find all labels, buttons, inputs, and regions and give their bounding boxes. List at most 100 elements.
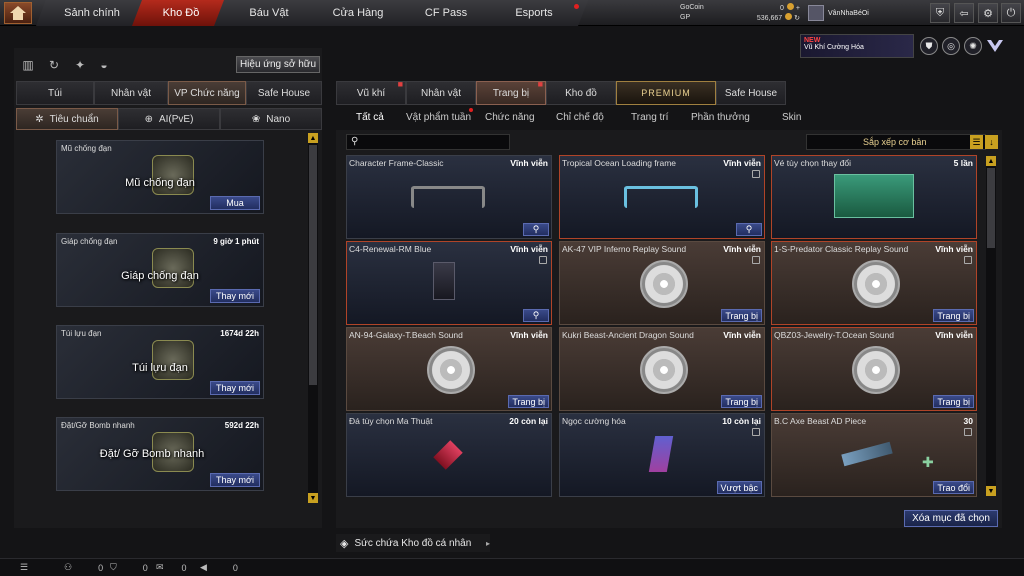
vip-icon[interactable] [986,37,1004,55]
transcend-button[interactable]: Vượt bậc [716,481,762,494]
event-icon[interactable]: ✺ [964,37,982,55]
filter-mode-only[interactable]: Chỉ chế độ [556,108,604,126]
subtab-standard[interactable]: ✲ Tiêu chuẩn [16,108,118,130]
filter-weekly-items[interactable]: Vật phẩm tuần [406,108,471,126]
tab-premium[interactable]: PREMIUM [616,81,716,105]
equip-button[interactable]: Trang bị [721,395,762,408]
inventory-item-card[interactable]: AN-94-Galaxy-T.Beach Sound Vĩnh viễn Tra… [346,327,552,411]
renew-button[interactable]: Thay mới [210,473,260,487]
magnify-icon[interactable]: ⚲ [523,309,549,322]
star-icon: ✲ [35,113,44,125]
tab-character[interactable]: Nhân vật [406,81,476,105]
chat-stat[interactable]: ✉ 0 [156,562,187,573]
shield-icon[interactable]: ⛨ [930,3,950,23]
rank-icon[interactable]: ⛊ [920,37,938,55]
item-time: 5 lần [953,158,973,168]
power-icon[interactable]: ⏻ [1001,3,1021,23]
exit-icon[interactable]: ⇦ [954,3,974,23]
equipment-slot[interactable]: Túi lựu đạn 1674d 22h Túi lựu đạn Thay m… [56,325,264,399]
lock-icon [964,256,972,264]
clan-count: 0 [142,562,148,573]
inventory-item-card[interactable]: Character Frame-Classic Vĩnh viễn ⚲ [346,155,552,239]
magnify-icon[interactable]: ⚲ [736,223,762,236]
list-view-icon[interactable]: ☰ [970,135,983,149]
scroll-thumb[interactable] [309,145,317,385]
item-name: Đặt/Gỡ Bomb nhanh [61,421,135,430]
magic-icon[interactable]: ✦ [72,57,88,73]
gift-box-icon[interactable]: ▥ [20,57,36,73]
delete-selected-button[interactable]: Xóa mục đã chọn [904,510,998,527]
gear-icon[interactable]: ⚙ [978,3,998,23]
buy-button[interactable]: Mua [210,196,260,210]
equip-button[interactable]: Trang bị [933,395,974,408]
lock-icon [964,428,972,436]
item-time: Vĩnh viễn [723,158,761,168]
tab-equipment[interactable]: Trang bị ■ [476,79,546,105]
home-button[interactable] [4,2,32,24]
friends-stat[interactable]: ⚇ 0 [64,562,103,573]
filter-rewards[interactable]: Phần thưởng [691,108,750,126]
magnify-icon[interactable]: ⚲ [523,223,549,236]
nav-tab-esports[interactable]: Esports [480,0,588,26]
sort-order-icon[interactable]: ↓ [985,135,998,149]
subtab-ai-pve[interactable]: ⊕ AI(PvE) [118,108,220,130]
item-name: Mũ chống đạn [61,144,112,153]
user-profile[interactable]: VânNhaBéOi [808,3,918,23]
inventory-item-card[interactable]: Kukri Beast-Ancient Dragon Sound Vĩnh vi… [559,327,765,411]
filter-decoration[interactable]: Trang trí [631,108,668,126]
renew-button[interactable]: Thay mới [210,381,260,395]
nav-tab-lobby[interactable]: Sảnh chính [36,0,148,26]
cycle-icon[interactable]: ↻ [46,57,62,73]
bag-icon[interactable]: ◒ [96,57,112,73]
equipment-slot[interactable]: Mũ chống đạn Mũ chống đạn Mua [56,140,264,214]
ownership-effect-button[interactable]: Hiệu ứng sở hữu [236,56,320,73]
scroll-up-icon[interactable]: ▲ [308,133,318,143]
exchange-button[interactable]: Trao đổi [933,481,974,494]
inventory-item-card[interactable]: B.C Axe Beast AD Piece 30 ✚ Trao đổi [771,413,977,497]
tab-function-items[interactable]: VP Chức năng [168,81,246,105]
tab-weapons[interactable]: Vũ khí ■ [336,79,406,105]
scroll-up-icon[interactable]: ▲ [986,156,996,166]
inventory-item-card[interactable]: Ngọc cường hóa 10 còn lại Vượt bậc [559,413,765,497]
inventory-item-card[interactable]: Tropical Ocean Loading frame Vĩnh viễn ⚲ [559,155,765,239]
equip-button[interactable]: Trang bị [933,309,974,322]
inventory-item-card[interactable]: QBZ03-Jewelry-T.Ocean Sound Vĩnh viễn Tr… [771,327,977,411]
clan-stat[interactable]: ⛉ 0 [110,562,148,573]
add-coin-icon[interactable]: + [796,5,800,12]
filter-function[interactable]: Chức năng [485,108,535,126]
equipment-slot[interactable]: Đặt/Gỡ Bomb nhanh 592d 22h Đặt/ Gỡ Bomb … [56,417,264,491]
equip-button[interactable]: Trang bị [721,309,762,322]
scroll-down-icon[interactable]: ▼ [986,486,996,496]
tab-bag[interactable]: Túi [16,81,94,105]
inventory-item-card[interactable]: C4-Renewal-RM Blue Vĩnh viễn ⚲ [346,241,552,325]
renew-button[interactable]: Thay mới [210,289,260,303]
menu-icon[interactable]: ☰ [20,562,28,573]
volume-stat[interactable]: ◀ 0 [200,562,238,573]
promo-banner[interactable]: NEW Vũ Khí Cường Hóa [800,34,914,58]
filter-skin[interactable]: Skin [782,108,801,126]
tab-safe-house[interactable]: Safe House [716,81,786,105]
equipment-slot[interactable]: Giáp chống đạn 9 giờ 1 phút Giáp chống đ… [56,233,264,307]
right-scrollbar[interactable]: ▲ ▼ [986,156,996,496]
scroll-down-icon[interactable]: ▼ [308,493,318,503]
nav-tab-shop[interactable]: Cửa Hàng [306,0,410,26]
sort-dropdown[interactable]: Sắp xếp cơ bản [806,134,986,150]
equip-button[interactable]: Trang bị [508,395,549,408]
tab-character[interactable]: Nhân vật [94,81,168,105]
refresh-icon[interactable]: ↻ [794,15,800,22]
nav-tab-inventory[interactable]: Kho Đồ [132,0,230,26]
search-input[interactable]: ⚲ [346,134,510,150]
tab-label: PREMIUM [641,88,691,98]
scroll-thumb[interactable] [987,168,995,248]
tab-safe-house[interactable]: Safe House [246,81,322,105]
inventory-item-card[interactable]: 1-S-Predator Classic Replay Sound Vĩnh v… [771,241,977,325]
left-scrollbar[interactable]: ▲ ▼ [308,133,318,503]
tab-storage[interactable]: Kho đồ [546,81,616,105]
filter-all[interactable]: Tất cả [356,108,384,126]
inventory-item-card[interactable]: Vé tùy chọn thay đổi 5 lần [771,155,977,239]
inventory-item-card[interactable]: Đá tùy chọn Ma Thuật 20 còn lại [346,413,552,497]
inventory-item-card[interactable]: AK-47 VIP Inferno Replay Sound Vĩnh viễn… [559,241,765,325]
clan-icon[interactable]: ◎ [942,37,960,55]
storage-capacity-button[interactable]: ◈ Sức chứa Kho đồ cá nhân ▸ [336,534,490,552]
subtab-nano[interactable]: ❀ Nano [220,108,322,130]
